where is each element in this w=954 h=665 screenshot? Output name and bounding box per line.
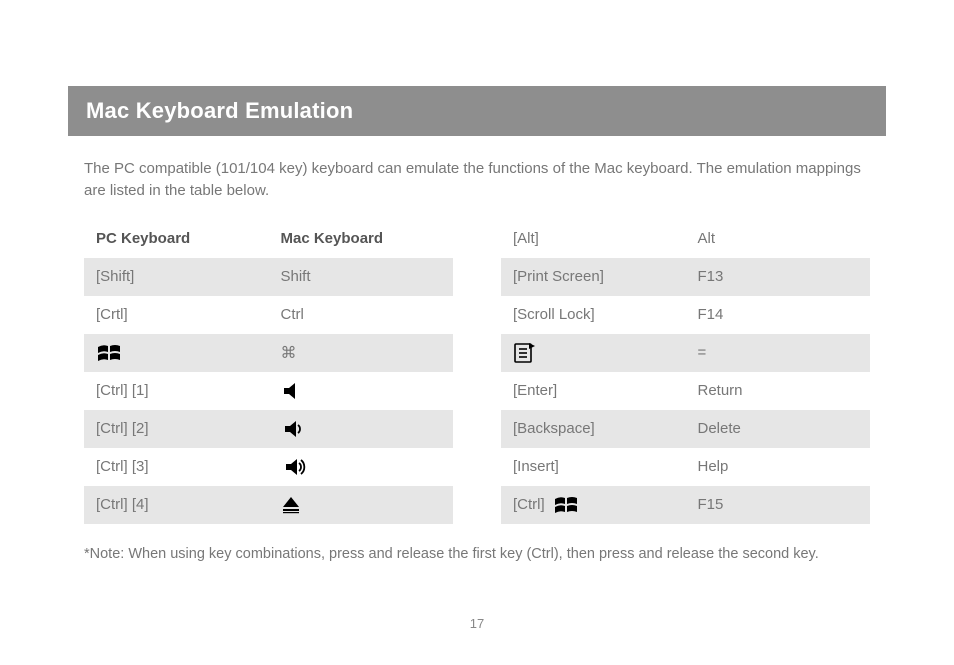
tables-container: PC Keyboard Mac Keyboard [Shift] Shift [… [84, 220, 870, 524]
menu-key-icon [513, 342, 537, 364]
pc-cell: [Ctrl] [2] [84, 414, 269, 443]
document-page: Mac Keyboard Emulation The PC compatible… [0, 0, 954, 564]
pc-cell: [Shift] [84, 262, 269, 291]
pc-cell: [Enter] [501, 376, 686, 405]
eject-icon [281, 495, 301, 515]
table-row: [Insert] Help [501, 448, 870, 486]
speaker-low-icon [281, 419, 311, 439]
table-row: [Enter] Return [501, 372, 870, 410]
table-row: ⌘ [84, 334, 453, 372]
pc-cell: [Ctrl] [1] [84, 376, 269, 405]
table-row: [Shift] Shift [84, 258, 453, 296]
pc-cell: [Print Screen] [501, 262, 686, 291]
table-row: [Backspace] Delete [501, 410, 870, 448]
command-icon: ⌘ [281, 343, 297, 363]
mac-cell: F14 [686, 300, 871, 329]
pc-cell [501, 336, 686, 370]
page-number: 17 [0, 616, 954, 631]
footnote: *Note: When using key combinations, pres… [84, 544, 870, 564]
table-row: [Ctrl] [3] [84, 448, 453, 486]
mac-cell: ⌘ [269, 337, 454, 369]
mac-cell: F15 [686, 490, 871, 519]
col-header-pc: PC Keyboard [84, 224, 269, 253]
pc-cell: [Scroll Lock] [501, 300, 686, 329]
speaker-high-icon [281, 457, 313, 477]
right-table: [Alt] Alt [Print Screen] F13 [Scroll Loc… [501, 220, 870, 524]
mac-cell [269, 375, 454, 407]
mac-cell: Help [686, 452, 871, 481]
pc-cell: [Backspace] [501, 414, 686, 443]
speaker-mute-icon [281, 381, 309, 401]
windows-logo-icon [553, 495, 579, 515]
table-row: [Ctrl] [2] [84, 410, 453, 448]
table-row: [Crtl] Ctrl [84, 296, 453, 334]
table-row: [Scroll Lock] F14 [501, 296, 870, 334]
mac-cell: Delete [686, 414, 871, 443]
mac-cell: Return [686, 376, 871, 405]
mac-cell: Ctrl [269, 300, 454, 329]
mac-cell: = [686, 338, 871, 367]
pc-cell: [Alt] [501, 224, 686, 253]
pc-cell: [Ctrl] [501, 489, 686, 521]
table-header-row: PC Keyboard Mac Keyboard [84, 220, 453, 258]
mac-cell: F13 [686, 262, 871, 291]
pc-cell: [Insert] [501, 452, 686, 481]
table-row: = [501, 334, 870, 372]
section-title-bar: Mac Keyboard Emulation [68, 86, 886, 136]
table-row: [Ctrl] [1] [84, 372, 453, 410]
intro-paragraph: The PC compatible (101/104 key) keyboard… [84, 158, 870, 202]
section-title: Mac Keyboard Emulation [86, 98, 353, 123]
table-row: [Ctrl] F15 [501, 486, 870, 524]
pc-cell-text: [Ctrl] [513, 496, 545, 513]
col-header-mac: Mac Keyboard [269, 224, 454, 253]
mac-cell [269, 451, 454, 483]
table-row: [Alt] Alt [501, 220, 870, 258]
pc-cell: [Crtl] [84, 300, 269, 329]
left-table: PC Keyboard Mac Keyboard [Shift] Shift [… [84, 220, 453, 524]
mac-cell [269, 489, 454, 521]
table-row: [Ctrl] [4] [84, 486, 453, 524]
mac-cell: Shift [269, 262, 454, 291]
pc-cell: [Ctrl] [4] [84, 490, 269, 519]
mac-cell: Alt [686, 224, 871, 253]
pc-cell [84, 337, 269, 369]
windows-logo-icon [96, 343, 122, 363]
pc-cell: [Ctrl] [3] [84, 452, 269, 481]
table-row: [Print Screen] F13 [501, 258, 870, 296]
mac-cell [269, 413, 454, 445]
